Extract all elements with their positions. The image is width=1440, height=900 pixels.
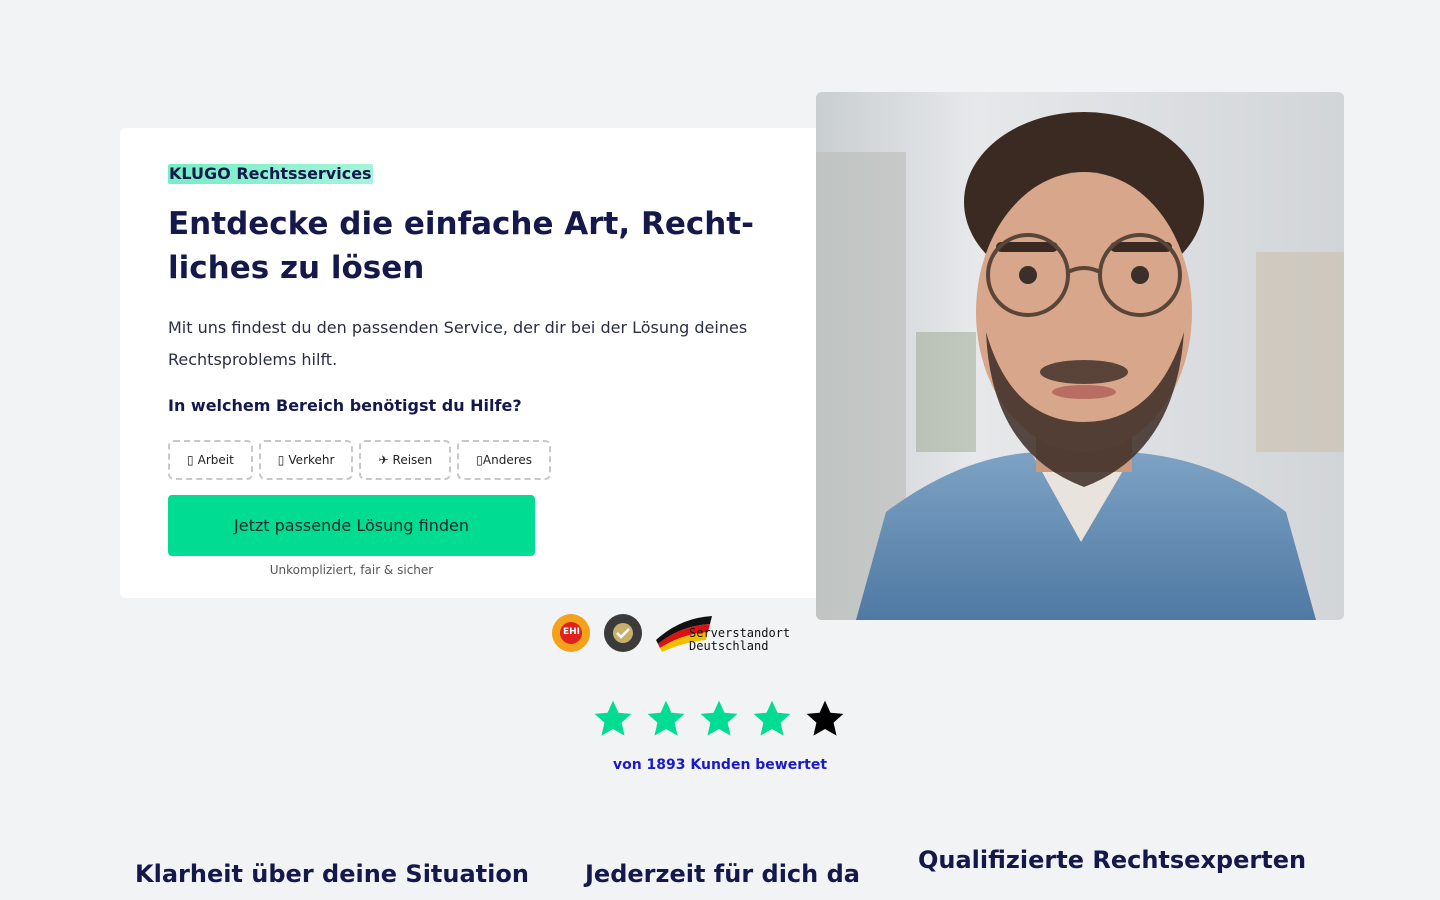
portrait-image (816, 92, 1344, 620)
rating-text: von 1893 Kunden bewertet (612, 757, 828, 773)
car-icon: ▯ (277, 453, 285, 467)
chip-anderes[interactable]: ▯ Anderes (457, 440, 552, 480)
ehi-badge-center: EHI (563, 627, 581, 637)
airplane-icon: ✈ (378, 453, 389, 467)
briefcase-icon: ▯ (187, 453, 194, 467)
star-icon (647, 700, 685, 736)
chip-label: Reisen (392, 453, 433, 467)
server-location-line-1: Serverstandort (689, 626, 791, 640)
cta-subtext: Unkompliziert, fair & sicher (269, 563, 434, 577)
feature-availability: Jederzeit für dich da (585, 860, 860, 888)
lead-line-1: Mit uns findest du den passenden Service… (168, 318, 748, 337)
chip-arbeit[interactable]: ▯ Arbeit (168, 440, 253, 480)
feature-experts: Qualifizierte Rechtsexperten (918, 846, 1307, 874)
portrait-illustration (816, 92, 1344, 620)
star-icon (594, 700, 632, 736)
server-location-line-2: Deutschland (689, 639, 769, 653)
star-icon (753, 700, 791, 736)
star-icon (700, 700, 738, 736)
hero-card: KLUGO Rechtsservices Entdecke die einfac… (120, 128, 840, 598)
lead-line-2: Rechtsproblems hilft. (168, 350, 338, 369)
trust-badges: EHI Serverstandort Deutschland (550, 612, 810, 654)
chip-label: Arbeit (197, 453, 234, 467)
chip-verkehr[interactable]: ▯ Verkehr (258, 440, 354, 480)
area-question: In welchem Bereich benötigst du Hilfe? (168, 396, 522, 415)
brand-label: KLUGO Rechtsservices (168, 164, 373, 184)
star-empty-icon (806, 700, 844, 736)
headline-line-1: Entdecke die einfache Art, Recht- (168, 206, 754, 242)
chip-label: Verkehr (288, 453, 335, 467)
headline-line-2: liches zu lösen (168, 250, 425, 286)
chip-reisen[interactable]: ✈ Reisen (359, 440, 452, 480)
chip-label: Anderes (482, 453, 533, 467)
feature-clarity: Klarheit über deine Situation (135, 860, 529, 888)
area-chips: ▯ Arbeit ▯ Verkehr ✈ Reisen ▯ Anderes (168, 440, 552, 480)
rating-stars (592, 698, 846, 740)
page-title: Entdecke die einfache Art, Recht- liches… (168, 202, 808, 290)
question-icon: ▯ (476, 453, 483, 467)
lead-text: Mit uns findest du den passenden Service… (168, 312, 788, 376)
find-solution-button[interactable]: Jetzt passende Lösung finden (168, 495, 535, 556)
proven-expert-badge-icon (604, 614, 642, 652)
